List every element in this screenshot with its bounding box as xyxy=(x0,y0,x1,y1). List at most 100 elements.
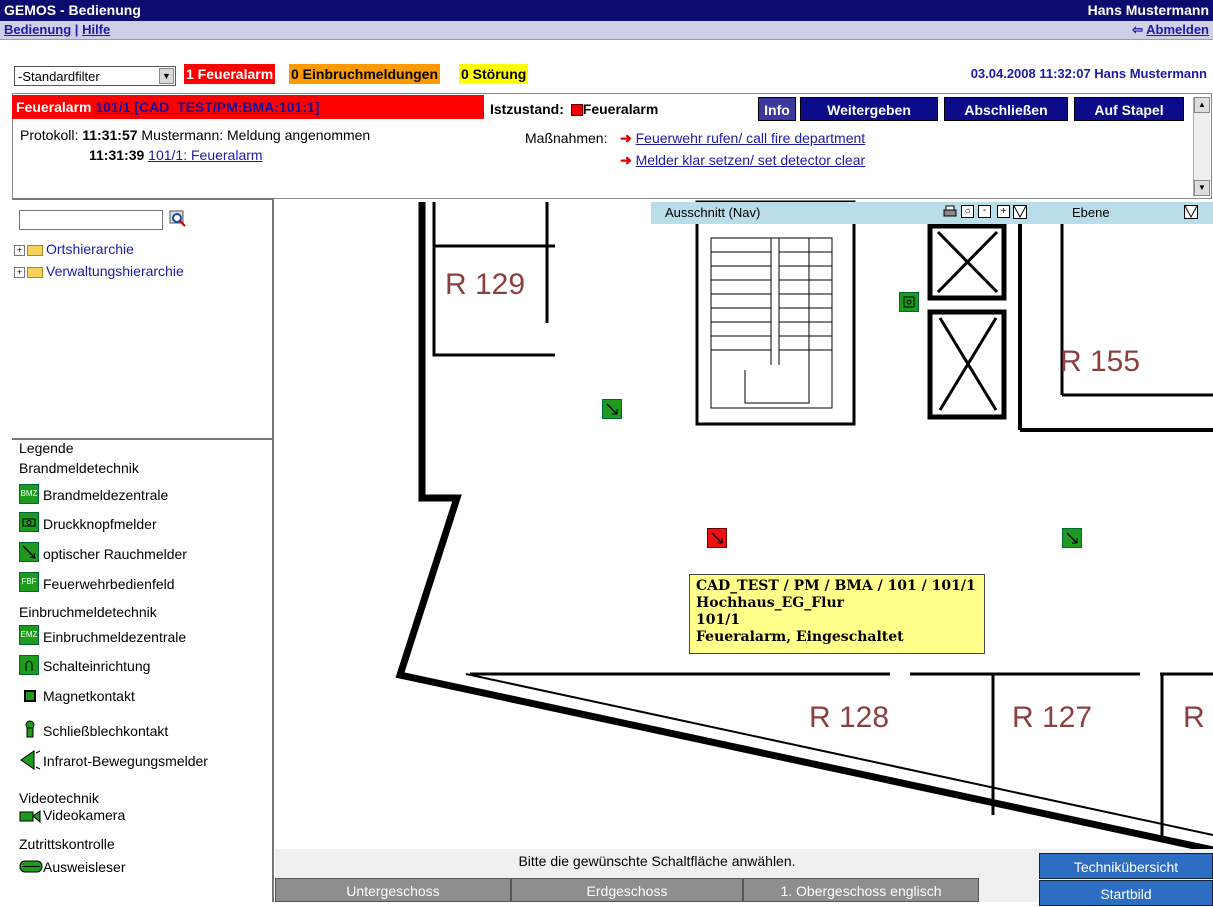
magnet-contact-icon xyxy=(24,690,36,702)
expand-icon[interactable]: + xyxy=(14,244,25,256)
title-bar: GEMOS - Bedienung Hans Mustermann xyxy=(0,0,1213,21)
scroll-up-icon[interactable]: ▲ xyxy=(1194,97,1210,113)
alarm-title: Feueralarm 101/1 [CAD_TEST/PM:BMA:101:1] xyxy=(12,95,484,119)
smoke-detector-icon xyxy=(19,542,39,562)
stack-button[interactable]: Auf Stapel xyxy=(1074,97,1184,121)
close-alarm-button[interactable]: Abschließen xyxy=(944,97,1068,121)
smoke-detector-icon[interactable] xyxy=(1062,528,1082,548)
floor-plan[interactable]: R 129 R 155 R 128 R 127 R xyxy=(275,200,1213,849)
nav-label: Ausschnitt (Nav) xyxy=(665,205,761,220)
alarm-scrollbar[interactable]: ▲ ▼ xyxy=(1193,97,1210,196)
tree-label: Ortshierarchie xyxy=(46,241,134,257)
room-label-r128: R 128 xyxy=(809,701,890,734)
divider xyxy=(12,198,274,200)
zoom-in-icon[interactable]: + xyxy=(997,205,1010,218)
bmz-icon: BMZ xyxy=(19,484,39,504)
zoom-out-icon[interactable]: - xyxy=(978,205,991,218)
floor-button-erdgeschoss[interactable]: Erdgeschoss xyxy=(511,878,743,902)
legend-item: Magnetkontakt xyxy=(43,688,135,704)
legend-item: Schalteinrichtung xyxy=(43,658,151,674)
fire-alarm-count[interactable]: 1 Feueralarm xyxy=(184,64,276,84)
state-value: Feueralarm xyxy=(582,101,659,117)
search-input[interactable] xyxy=(19,210,163,230)
room-label-r155: R 155 xyxy=(1060,345,1141,378)
protocol-link[interactable]: 101/1: Feueralarm xyxy=(148,147,262,163)
scroll-down-icon[interactable]: ▼ xyxy=(1194,180,1210,196)
folder-icon xyxy=(27,266,43,278)
menu-bar: Bedienung | Hilfe ⇦ Abmelden xyxy=(0,21,1213,40)
filter-selected: -Standardfilter xyxy=(18,69,100,84)
collapse-icon[interactable] xyxy=(1013,205,1027,219)
expand-icon[interactable]: + xyxy=(14,266,25,278)
protocol-time: 11:31:39 xyxy=(89,147,145,163)
logout-link[interactable]: Abmelden xyxy=(1146,22,1209,37)
protocol-time: 11:31:57 xyxy=(82,127,138,143)
fault-count[interactable]: 0 Störung xyxy=(459,64,529,84)
tree-item-verwaltungshierarchie[interactable]: + Verwaltungshierarchie xyxy=(14,263,184,281)
print-icon[interactable] xyxy=(943,205,957,218)
legend-group-intrusion: Einbruchmeldetechnik xyxy=(19,604,157,620)
emz-icon: EMZ xyxy=(19,625,39,645)
legend-item: Videokamera xyxy=(43,807,126,823)
technik-overview-button[interactable]: Technikübersicht xyxy=(1039,853,1213,879)
tree-item-ortshierarchie[interactable]: + Ortshierarchie xyxy=(14,241,134,259)
legend-group-video: Videotechnik xyxy=(19,790,99,806)
alarm-type: Feueralarm xyxy=(16,99,92,115)
layer-collapse-icon[interactable] xyxy=(1184,205,1198,219)
tooltip-status: Feueralarm, Eingeschaltet xyxy=(696,629,904,645)
red-arrow-icon: ➜ xyxy=(620,152,632,168)
current-state: Istzustand: Feueralarm xyxy=(490,101,658,117)
legend-item: optischer Rauchmelder xyxy=(43,546,187,562)
video-camera-icon xyxy=(19,810,41,824)
room-label-partial: R xyxy=(1183,701,1205,734)
protocol-label: Protokoll: xyxy=(20,127,79,143)
tree-label: Verwaltungshierarchie xyxy=(46,263,184,279)
chevron-down-icon[interactable]: ▼ xyxy=(159,68,174,84)
smoke-detector-icon[interactable] xyxy=(602,399,622,419)
floor-plan-drawing xyxy=(395,200,1213,849)
floor-button-1og-englisch[interactable]: 1. Obergeschoss englisch xyxy=(743,878,979,902)
detector-tooltip: CAD_TEST / PM / BMA / 101 / 101/1 Hochha… xyxy=(689,574,985,654)
menu-separator: | xyxy=(74,22,79,37)
alarm-source-link[interactable]: 101/1 [CAD_TEST/PM:BMA:101:1] xyxy=(95,99,319,115)
measure-link-call-fire[interactable]: Feuerwehr rufen/ call fire department xyxy=(636,130,866,146)
legend-group-access: Zutrittskontrolle xyxy=(19,836,115,852)
layer-label: Ebene xyxy=(1072,205,1110,220)
push-button-icon xyxy=(19,512,39,532)
push-button-icon[interactable] xyxy=(899,292,919,312)
alarm-detector-icon[interactable] xyxy=(707,528,727,548)
menu-bedienung[interactable]: Bedienung xyxy=(4,22,71,37)
protocol-line-2: 11:31:39 101/1: Feueralarm xyxy=(89,147,263,163)
measures-label: Maßnahmen: xyxy=(525,130,608,146)
window-title: GEMOS - Bedienung xyxy=(4,2,141,18)
measure-item: ➜ Melder klar setzen/ set detector clear xyxy=(620,152,865,169)
zoom-reset-icon[interactable]: ○ xyxy=(961,205,974,218)
filter-select[interactable]: -Standardfilter ▼ xyxy=(14,66,176,86)
search-icon[interactable] xyxy=(169,210,187,227)
forward-button[interactable]: Weitergeben xyxy=(800,97,938,121)
fbf-icon: FBF xyxy=(19,572,39,592)
state-alarm-icon xyxy=(570,104,583,117)
lock-contact-icon xyxy=(24,720,36,738)
legend-item: Infrarot-Bewegungsmelder xyxy=(43,753,208,769)
floor-button-untergeschoss[interactable]: Untergeschoss xyxy=(275,878,511,902)
measure-link-clear[interactable]: Melder klar setzen/ set detector clear xyxy=(636,152,866,168)
switch-device-icon xyxy=(19,655,39,675)
legend-item: Feuerwehrbedienfeld xyxy=(43,576,175,592)
tooltip-path: CAD_TEST / PM / BMA / 101 / 101/1 xyxy=(696,578,976,594)
startbild-button[interactable]: Startbild xyxy=(1039,880,1213,906)
info-button[interactable]: Info xyxy=(758,97,796,121)
measure-item: ➜ Feuerwehr rufen/ call fire department xyxy=(620,130,865,147)
tooltip-id: 101/1 xyxy=(696,612,741,628)
legend-item: Schließblechkontakt xyxy=(43,723,169,739)
red-arrow-icon: ➜ xyxy=(620,130,632,146)
menu-hilfe[interactable]: Hilfe xyxy=(82,22,110,37)
intrusion-count[interactable]: 0 Einbruchmeldungen xyxy=(289,64,441,84)
room-label-r129: R 129 xyxy=(445,268,526,301)
legend-item: Brandmeldezentrale xyxy=(43,487,169,503)
datetime-user: 03.04.2008 11:32:07 Hans Mustermann xyxy=(970,66,1207,81)
card-reader-icon xyxy=(19,860,43,873)
legend-group-fire: Brandmeldetechnik xyxy=(19,460,139,476)
room-label-r127: R 127 xyxy=(1012,701,1093,734)
logout-arrow-icon: ⇦ xyxy=(1132,22,1144,37)
